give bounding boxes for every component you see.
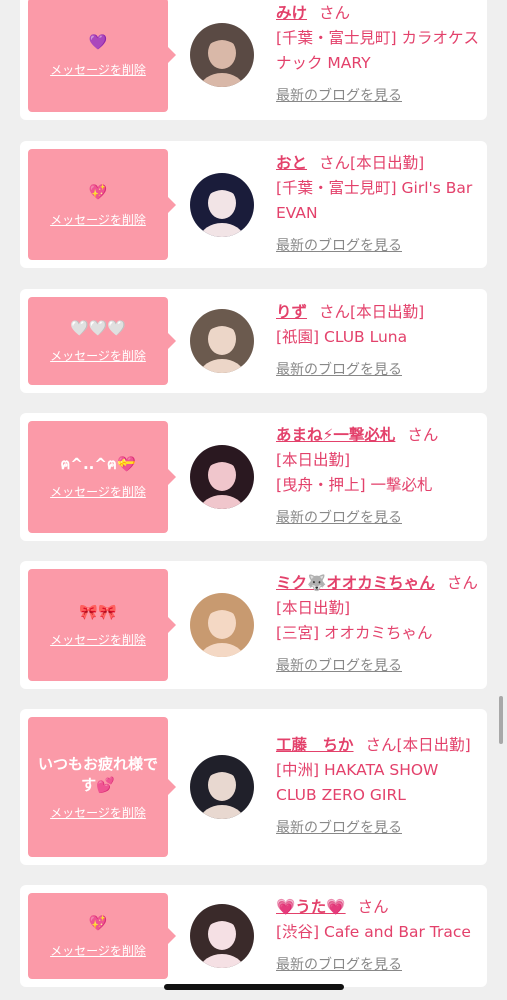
- avatar[interactable]: [190, 309, 254, 373]
- avatar[interactable]: [190, 593, 254, 657]
- message-card: ฅ^..^ฅ💝 メッセージを削除 あまね⚡一撃必札 さん [本日出勤] [曳舟・押上] 一…: [20, 413, 487, 541]
- avatar[interactable]: [190, 445, 254, 509]
- message-text: 💖: [88, 182, 108, 201]
- message-bubble: 💖 メッセージを削除: [28, 149, 176, 260]
- latest-blog-link[interactable]: 最新のブログを見る: [276, 84, 480, 109]
- message-card: 💖 メッセージを削除 💗うた💗 さん [渋谷] Cafe and Bar Trace 最新…: [20, 885, 487, 987]
- delete-message-link[interactable]: メッセージを削除: [50, 483, 146, 500]
- latest-blog-link[interactable]: 最新のブログを見る: [276, 654, 480, 679]
- honorific-label: さん: [357, 897, 389, 916]
- message-card: 🎀🎀 メッセージを削除 ミク🐺オオカミちゃん さん [本日出勤] [三宮] オオカミちゃん…: [20, 561, 487, 689]
- delete-message-link[interactable]: メッセージを削除: [50, 804, 146, 821]
- latest-blog-link[interactable]: 最新のブログを見る: [276, 953, 480, 978]
- girl-avatar-icon: [190, 23, 254, 87]
- message-card: 🤍🤍🤍 メッセージを削除 りず さん[本日出勤] [祇園] CLUB Luna 最新のブロ…: [20, 289, 487, 393]
- message-bubble: 🎀🎀 メッセージを削除: [28, 569, 176, 681]
- shop-info: [本日出勤]: [276, 451, 351, 469]
- cast-name-link[interactable]: あまね⚡一撃必札: [276, 426, 395, 444]
- cast-name-link[interactable]: みけ: [276, 4, 307, 22]
- honorific-label: さん: [407, 426, 439, 444]
- shop-info: [千葉・富士見町] Girl's Bar EVAN: [276, 178, 473, 222]
- latest-blog-link[interactable]: 最新のブログを見る: [276, 506, 480, 531]
- message-text: 🤍🤍🤍: [69, 319, 127, 337]
- girl-avatar-icon: [190, 445, 254, 509]
- shop-info: [千葉・富士見町] カラオケスナック MARY: [276, 29, 480, 72]
- cast-name-row: 工藤 ちか さん[本日出勤]: [276, 733, 480, 758]
- message-text: 💖: [88, 914, 108, 932]
- honorific-label: さん: [319, 153, 351, 172]
- attendance-status: [本日出勤]: [276, 599, 351, 617]
- girl-avatar-icon: [190, 593, 254, 657]
- attendance-status: [本日出勤]: [396, 736, 471, 754]
- message-bubble: 💜 メッセージを削除: [28, 0, 176, 112]
- delete-message-link[interactable]: メッセージを削除: [50, 942, 146, 959]
- message-bubble: 🤍🤍🤍 メッセージを削除: [28, 297, 176, 385]
- shop-info: [中洲] HAKATA SHOW CLUB ZERO GIRL: [276, 761, 439, 804]
- cast-info: おと さん[本日出勤] [千葉・富士見町] Girl's Bar EVAN 最新のブロ…: [276, 151, 480, 259]
- cast-name-row: りず さん[本日出勤]: [276, 300, 480, 325]
- cast-info: 💗うた💗 さん [渋谷] Cafe and Bar Trace 最新のブログを見る: [276, 895, 480, 978]
- girl-avatar-icon: [190, 172, 254, 237]
- honorific-label: さん: [319, 4, 351, 22]
- attendance-status: [本日出勤]: [350, 302, 425, 321]
- message-text: いつもお疲れ様です💕: [37, 754, 158, 794]
- message-bubble: いつもお疲れ様です💕 メッセージを削除: [28, 717, 176, 857]
- avatar[interactable]: [190, 755, 254, 819]
- honorific-label: さん: [446, 574, 478, 592]
- message-card: 💖 メッセージを削除 おと さん[本日出勤] [千葉・富士見町] Girl's Bar …: [20, 141, 487, 268]
- shop-info: [渋谷] Cafe and Bar Trace: [276, 922, 471, 941]
- delete-message-link[interactable]: メッセージを削除: [50, 347, 146, 364]
- shop-info: [祇園] CLUB Luna: [276, 327, 408, 346]
- scrollbar[interactable]: [499, 696, 503, 744]
- cast-info: みけ さん [千葉・富士見町] カラオケスナック MARY 最新のブログを見る: [276, 1, 480, 109]
- honorific-label: さん: [365, 736, 397, 754]
- cast-name-link[interactable]: 💗うた💗: [276, 898, 346, 916]
- honorific-label: さん: [319, 302, 351, 321]
- cast-info: 工藤 ちか さん[本日出勤] [中洲] HAKATA SHOW CLUB ZERO …: [276, 733, 480, 841]
- girl-avatar-icon: [190, 904, 254, 968]
- attendance-status: [本日出勤]: [350, 153, 425, 172]
- cast-name-link[interactable]: ミク🐺オオカミちゃん: [276, 574, 435, 592]
- cast-info: あまね⚡一撃必札 さん [本日出勤] [曳舟・押上] 一撃必札最新のブログを見る: [276, 423, 480, 531]
- cast-name-row: ミク🐺オオカミちゃん さん [本日出勤]: [276, 571, 480, 621]
- shop-info: [曳舟・押上] 一撃必札: [276, 476, 433, 494]
- cast-name-link[interactable]: おと: [276, 154, 307, 172]
- cast-name-link[interactable]: りず: [276, 303, 307, 321]
- message-card: 💜 メッセージを削除 みけ さん [千葉・富士見町] カラオケスナック MARY 最新のブ…: [20, 0, 487, 120]
- cast-info: ミク🐺オオカミちゃん さん [本日出勤] [三宮] オオカミちゃん最新のブログを見る: [276, 571, 480, 679]
- message-text: ฅ^..^ฅ💝: [60, 455, 136, 473]
- shop-info: [三宮] オオカミちゃん: [276, 624, 433, 642]
- girl-avatar-icon: [190, 755, 254, 819]
- avatar[interactable]: [190, 23, 254, 87]
- cast-name-link[interactable]: 工藤 ちか: [276, 736, 354, 754]
- message-bubble: 💖 メッセージを削除: [28, 893, 176, 979]
- latest-blog-link[interactable]: 最新のブログを見る: [276, 816, 480, 841]
- home-indicator: [164, 984, 344, 990]
- cast-name-row: あまね⚡一撃必札 さん: [276, 423, 480, 448]
- avatar[interactable]: [190, 904, 254, 968]
- delete-message-link[interactable]: メッセージを削除: [50, 61, 146, 78]
- cast-info: りず さん[本日出勤] [祇園] CLUB Luna 最新のブログを見る: [276, 300, 480, 383]
- message-text: 🎀🎀: [79, 603, 117, 621]
- latest-blog-link[interactable]: 最新のブログを見る: [276, 358, 480, 383]
- delete-message-link[interactable]: メッセージを削除: [50, 631, 146, 648]
- message-bubble: ฅ^..^ฅ💝 メッセージを削除: [28, 421, 176, 533]
- message-text: 💜: [88, 33, 108, 51]
- avatar[interactable]: [190, 172, 254, 237]
- latest-blog-link[interactable]: 最新のブログを見る: [276, 234, 480, 259]
- cast-name-row: みけ さん: [276, 1, 480, 26]
- delete-message-link[interactable]: メッセージを削除: [50, 211, 146, 228]
- girl-avatar-icon: [190, 309, 254, 373]
- cast-name-row: 💗うた💗 さん: [276, 895, 480, 920]
- cast-name-row: おと さん[本日出勤]: [276, 151, 480, 176]
- message-card: いつもお疲れ様です💕 メッセージを削除 工藤 ちか さん[本日出勤] [中洲] HAKA…: [20, 709, 487, 865]
